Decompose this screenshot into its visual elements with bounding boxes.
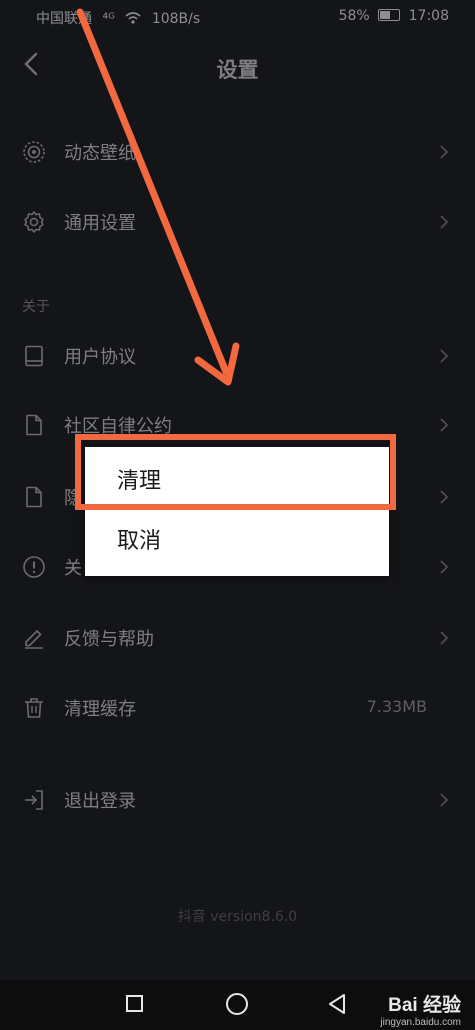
- chevron-right-icon: [440, 560, 449, 574]
- chevron-right-icon: [440, 490, 449, 504]
- settings-item-feedback[interactable]: 反馈与帮助: [0, 613, 475, 663]
- live-wallpaper-icon: [23, 141, 45, 163]
- wifi-icon: [125, 12, 141, 24]
- clean-button-label: 清理: [117, 469, 162, 494]
- chevron-right-icon: [440, 631, 449, 645]
- trash-icon: [25, 698, 43, 718]
- page-title: 设置: [216, 58, 259, 82]
- settings-item-community-rules[interactable]: 社区自律公约: [0, 400, 475, 450]
- settings-item-label: 用户协议: [64, 347, 136, 368]
- settings-item-label: 清理缓存: [64, 699, 136, 720]
- info-icon: [23, 556, 45, 578]
- chevron-right-icon: [440, 418, 449, 432]
- settings-item-label: 动态壁纸: [64, 143, 136, 164]
- settings-item-user-agreement[interactable]: 用户协议: [0, 331, 475, 381]
- app-version: 抖音 version8.6.0: [177, 909, 298, 925]
- battery-percent: 58%: [338, 8, 370, 24]
- document-icon: [26, 414, 42, 436]
- chevron-right-icon: [440, 215, 449, 229]
- cancel-button[interactable]: 取消: [85, 509, 389, 569]
- settings-item-general[interactable]: 通用设置: [0, 197, 475, 247]
- back-icon[interactable]: [326, 992, 348, 1016]
- settings-item-label: 关: [64, 558, 82, 579]
- clock: 17:08: [408, 8, 449, 24]
- settings-item-live-wallpaper[interactable]: 动态壁纸: [0, 127, 475, 177]
- settings-item-label: 通用设置: [64, 213, 136, 234]
- logout-icon: [25, 790, 43, 810]
- network-label: ⁴ᴳ: [102, 11, 115, 27]
- clean-button[interactable]: 清理: [85, 449, 389, 509]
- settings-item-label: 反馈与帮助: [64, 629, 154, 650]
- chevron-right-icon: [440, 145, 449, 159]
- chevron-right-icon: [440, 793, 449, 807]
- carrier-label: 中国联通: [36, 11, 92, 27]
- edit-icon: [25, 630, 43, 649]
- network-speed: 108B/s: [151, 11, 201, 27]
- section-label-about: 关于: [22, 299, 50, 315]
- gear-icon: [24, 211, 44, 233]
- settings-item-clear-cache[interactable]: 清理缓存 7.33MB: [0, 683, 475, 733]
- cache-size-value: 7.33MB: [366, 697, 427, 716]
- recents-icon[interactable]: [126, 995, 143, 1012]
- book-icon: [25, 345, 43, 367]
- watermark-sub: jingyan.baidu.com: [380, 1017, 461, 1028]
- nav-bar: 设置: [0, 40, 475, 96]
- settings-item-label: 社区自律公约: [64, 416, 172, 437]
- settings-item-label: 隐: [64, 488, 82, 509]
- settings-item-label: 退出登录: [64, 791, 136, 812]
- clear-cache-dialog: 清理 取消: [85, 447, 389, 576]
- battery-icon: [378, 9, 401, 21]
- document-icon: [26, 486, 42, 508]
- status-bar: 中国联通 ⁴ᴳ 108B/s 58% 17:08: [0, 0, 475, 34]
- watermark-main: Bai 经验: [388, 995, 461, 1016]
- chevron-right-icon: [440, 349, 449, 363]
- settings-item-logout[interactable]: 退出登录: [0, 775, 475, 825]
- baidu-watermark: Bai 经验 jingyan.baidu.com: [380, 990, 461, 1028]
- home-icon[interactable]: [226, 993, 248, 1015]
- cancel-button-label: 取消: [117, 529, 162, 554]
